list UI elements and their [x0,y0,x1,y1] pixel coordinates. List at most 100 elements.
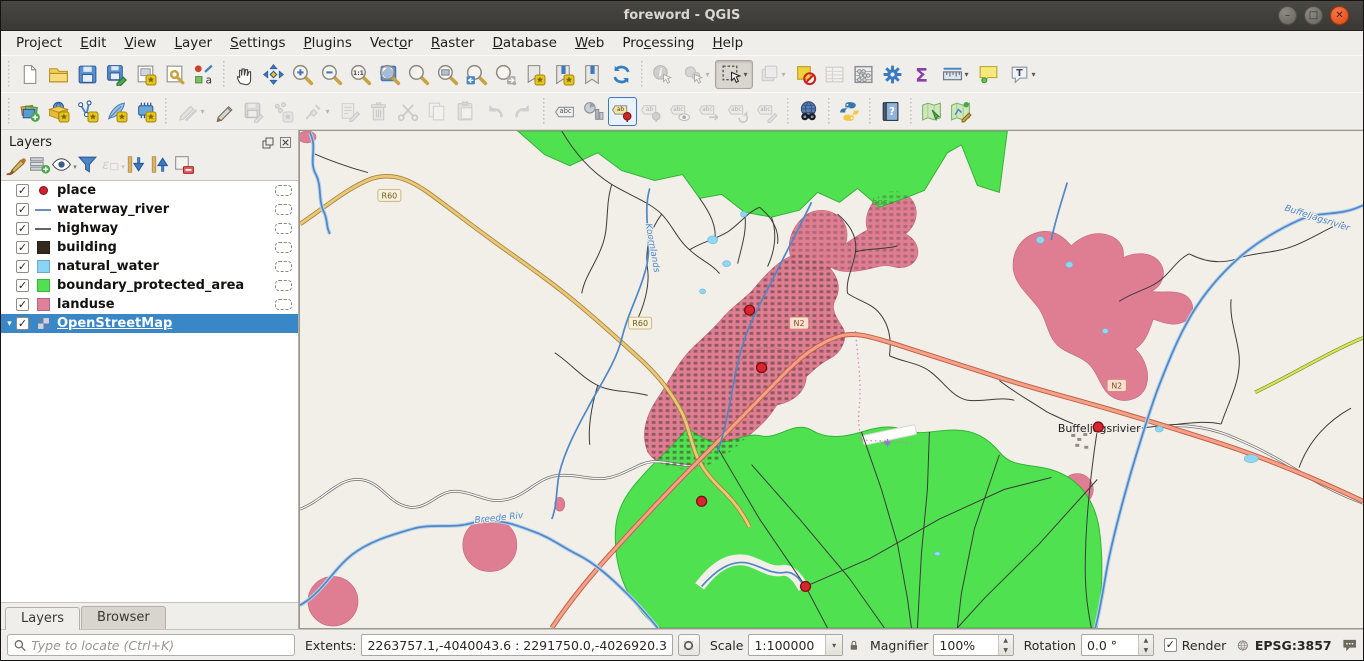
show-spatial-bookmarks-button[interactable] [549,60,578,89]
vertex-tool-button[interactable]: ▾ [297,97,335,126]
layer-item-landuse[interactable]: ✓landuse [1,295,298,314]
show-hide-labels-button[interactable]: abc [666,97,695,126]
pan-to-selection-button[interactable] [259,60,288,89]
save-project-button[interactable] [73,60,102,89]
redo-button[interactable] [509,97,538,126]
text-annotation-button[interactable]: T▾ [1003,60,1041,89]
cut-features-button[interactable] [393,97,422,126]
spin-arrows[interactable]: ▲▼ [998,635,1013,655]
new-project-button[interactable] [15,60,44,89]
dropdown-arrow-icon[interactable]: ▾ [121,163,125,171]
dropdown-arrow-icon[interactable]: ▾ [200,107,204,116]
magnifier-spinbox[interactable]: 100% ▲▼ [933,634,1013,656]
new-shapefile-layer-button[interactable] [73,97,102,126]
paste-features-button[interactable] [451,97,480,126]
dropdown-arrow-icon[interactable]: ▾ [1031,70,1035,79]
panel-close-button[interactable] [278,136,292,150]
memory-layer-indicator-icon[interactable] [275,299,292,310]
menu-database[interactable]: Database [483,33,565,53]
layer-item-building[interactable]: ✓building [1,238,298,257]
pin-unpin-labels-button[interactable]: ab [637,97,666,126]
zoom-last-button[interactable] [462,60,491,89]
menu-web[interactable]: Web [566,33,613,53]
memory-layer-indicator-icon[interactable] [275,223,292,234]
layer-item-waterway_river[interactable]: ✓ waterway_river [1,200,298,219]
toggle-editing-button[interactable] [210,97,239,126]
map-canvas[interactable]: R60 R60 N2 N2 Buffeljagsrivier Breede Ri… [299,130,1363,629]
map-tips-button[interactable] [974,60,1003,89]
crs-indicator[interactable]: EPSG:3857 [1255,638,1332,653]
memory-layer-indicator-icon[interactable] [275,204,292,215]
remove-layer-group-button[interactable] [172,155,195,178]
layer-visibility-checkbox[interactable]: ✓ [16,184,29,197]
dropdown-arrow-icon[interactable]: ▾ [325,107,329,116]
layer-item-natural_water[interactable]: ✓natural_water [1,257,298,276]
undo-button[interactable] [480,97,509,126]
layer-item-highway[interactable]: ✓highway [1,219,298,238]
layer-visibility-checkbox[interactable]: ✓ [16,203,29,216]
layer-item-openstreetmap[interactable]: ▾✓OpenStreetMap [1,314,298,333]
filter-legend-by-expression-button[interactable]: ε▾ [100,155,123,178]
rotate-label-button[interactable]: abc [724,97,753,126]
layer-diagram-options-button[interactable] [579,97,608,126]
open-attribute-table-button[interactable] [820,60,849,89]
move-label-button[interactable]: abc [695,97,724,126]
scale-combobox[interactable]: 1:100000 ▾ [748,634,843,656]
menu-layer[interactable]: Layer [165,33,221,53]
current-edits-button[interactable]: ▾ [172,97,210,126]
extent-button[interactable] [678,634,700,656]
layer-visibility-checkbox[interactable]: ✓ [16,260,29,273]
memory-layer-indicator-icon[interactable] [275,280,292,291]
open-layer-styling-dock-button[interactable] [4,155,27,178]
dropdown-arrow-icon[interactable]: ▾ [743,70,747,79]
add-feature-button[interactable] [268,97,297,126]
render-checkbox[interactable]: ✓ [1164,638,1177,652]
locator-bar[interactable] [7,634,295,656]
layer-visibility-checkbox[interactable]: ✓ [16,279,29,292]
dropdown-arrow-icon[interactable]: ▾ [781,70,785,79]
minimize-button[interactable]: – [1278,6,1297,25]
layer-visibility-checkbox[interactable]: ✓ [16,298,29,311]
show-layout-manager-button[interactable] [160,60,189,89]
deselect-all-features-button[interactable] [791,60,820,89]
tab-layers[interactable]: Layers [5,607,80,630]
manage-map-themes-button[interactable]: ▾ [52,155,75,178]
maximize-button[interactable]: □ [1304,6,1323,25]
processing-toolbox-button[interactable] [878,60,907,89]
layer-item-place[interactable]: ✓ place [1,181,298,200]
layer-label[interactable]: place [57,183,96,198]
run-feature-action-button[interactable]: ▾ [677,60,715,89]
open-field-calculator-button[interactable] [849,60,878,89]
menu-vector[interactable]: Vector [361,33,422,53]
style-manager-button[interactable]: a [189,60,218,89]
highlight-pinned-labels-button[interactable]: ab [608,97,637,126]
pan-map-button[interactable] [230,60,259,89]
select-features-by-value-button[interactable]: ▾ [753,60,791,89]
layer-label[interactable]: building [57,240,117,255]
show-bookmark-manager-button[interactable] [578,60,607,89]
delete-selected-button[interactable] [364,97,393,126]
combo-arrow-icon[interactable]: ▾ [825,635,842,655]
add-group-button[interactable] [28,155,51,178]
menu-processing[interactable]: Processing [613,33,703,53]
save-project-as-button[interactable] [102,60,131,89]
measure-line-button[interactable]: ▾ [936,60,974,89]
select-features-button[interactable]: ▾ [715,60,753,89]
python-console-button[interactable] [835,97,864,126]
layer-visibility-checkbox[interactable]: ✓ [16,317,29,330]
layer-label[interactable]: waterway_river [57,202,169,217]
menu-project[interactable]: Project [7,33,71,53]
menu-edit[interactable]: Edit [71,33,115,53]
memory-layer-indicator-icon[interactable] [275,261,292,272]
extents-value[interactable]: 2263757.1,-4040043.6 : 2291750.0,-402692… [361,634,673,656]
zoom-to-layer-button[interactable] [433,60,462,89]
new-print-layout-button[interactable] [131,60,160,89]
menu-help[interactable]: Help [703,33,752,53]
menu-view[interactable]: View [115,33,165,53]
metasearch-button[interactable] [794,97,823,126]
new-virtual-layer-button[interactable] [131,97,160,126]
modify-attributes-of-selected-button[interactable] [335,97,364,126]
menu-plugins[interactable]: Plugins [294,33,360,53]
help-contents-button[interactable]: ? [876,97,905,126]
change-label-button[interactable]: abc [753,97,782,126]
